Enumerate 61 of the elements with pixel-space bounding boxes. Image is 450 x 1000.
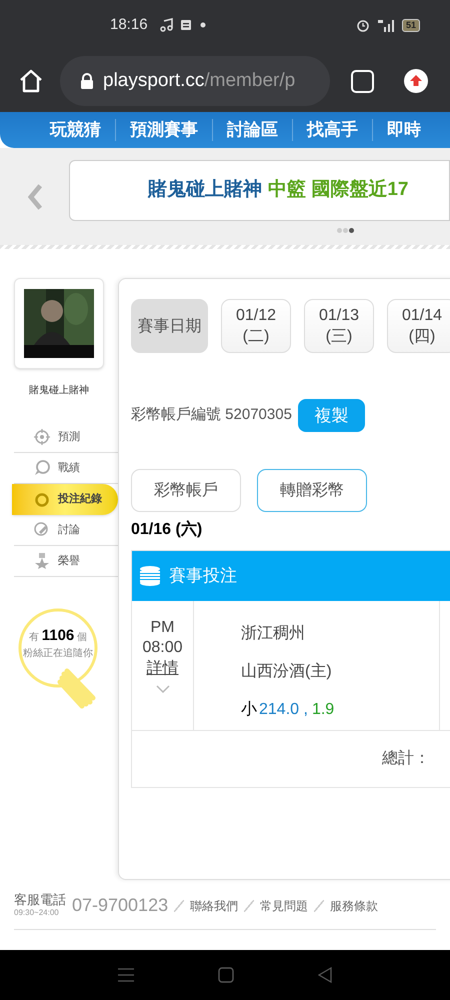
notification-icon xyxy=(180,19,192,31)
menu-icon[interactable] xyxy=(118,968,134,982)
tab-switcher-icon[interactable] xyxy=(351,70,374,92)
account-number: 彩幣帳戶編號 52070305 xyxy=(131,405,292,426)
banner-subtitle: 中籃 國際盤近17 xyxy=(268,178,408,202)
phone-number: 07-9700123 xyxy=(72,894,168,917)
back-icon[interactable] xyxy=(318,967,332,983)
footer-link[interactable]: 服務條款 xyxy=(330,896,378,914)
fan-count-caption: 粉絲正在追隨你 xyxy=(22,647,94,661)
date-tab[interactable]: 賽事日期 xyxy=(131,299,208,353)
upload-icon[interactable] xyxy=(404,69,428,93)
date-tab[interactable]: 01/12 (二) xyxy=(221,299,291,353)
table-title: 賽事投注 xyxy=(169,565,237,588)
nav-link[interactable]: 預測賽事 xyxy=(130,117,198,143)
day-heading: 01/16 (六) xyxy=(131,519,204,540)
home-icon[interactable] xyxy=(18,68,44,94)
account-tab[interactable]: 轉贈彩幣 xyxy=(257,469,367,512)
service-hours: 09:30~24:00 xyxy=(14,906,60,918)
signal-icon xyxy=(376,18,396,32)
nav-link[interactable]: 找高手 xyxy=(307,117,358,143)
banner-title: 賭鬼碰上賭神 xyxy=(148,178,262,202)
bet-line: 214.0 , xyxy=(259,700,308,720)
address-bar[interactable]: playsport.cc/member/p xyxy=(60,56,330,106)
sidebar-item[interactable]: 討論 xyxy=(14,515,118,546)
footer-link[interactable]: 常見問題 xyxy=(260,896,308,914)
team-name: 山西汾酒(主) xyxy=(241,662,333,682)
bet-type: 小 xyxy=(241,700,257,720)
bet-time: 08:00 xyxy=(142,638,183,658)
pen-icon xyxy=(34,522,50,538)
home-square-icon[interactable] xyxy=(218,967,234,983)
battery-indicator: 51 xyxy=(402,18,420,32)
status-time: 18:16 xyxy=(110,14,148,35)
time-period: PM xyxy=(150,618,174,638)
details-link[interactable]: 詳情 xyxy=(146,659,178,679)
banner-card[interactable]: 賭鬼碰上賭神 中籃 國際盤近17 xyxy=(69,160,450,221)
phone-label: 客服電話 xyxy=(14,892,66,906)
lock-icon xyxy=(80,73,94,89)
bet-odds: 1.9 xyxy=(312,700,334,720)
alarm-icon xyxy=(356,18,370,32)
music-icon xyxy=(160,18,174,32)
chat-icon xyxy=(34,460,50,476)
total-label: 總計： xyxy=(382,748,430,769)
dot-icon xyxy=(200,22,206,28)
coin-stack-icon xyxy=(139,565,161,587)
nav-link[interactable]: 即時 xyxy=(387,117,421,143)
footer-link[interactable]: 聯絡我們 xyxy=(190,896,238,914)
profile-name: 賭鬼碰上賭神 xyxy=(29,384,89,398)
account-tab[interactable]: 彩幣帳戶 xyxy=(131,469,241,512)
team-name: 浙江稠州 xyxy=(241,624,306,644)
sidebar-item[interactable]: 榮譽 xyxy=(14,546,118,577)
star-medal-icon xyxy=(34,553,50,569)
ring-icon xyxy=(34,492,50,508)
chevron-down-icon[interactable] xyxy=(156,685,170,693)
sidebar-item[interactable]: 投注紀錄 xyxy=(12,484,118,515)
nav-link[interactable]: 討論區 xyxy=(227,117,278,143)
date-tab[interactable]: 01/13 (三) xyxy=(304,299,374,353)
target-icon xyxy=(34,429,50,445)
date-tab[interactable]: 01/14 (四) xyxy=(387,299,450,353)
fan-count-text: 有 1106 個 xyxy=(28,628,88,646)
sidebar-item[interactable]: 預測 xyxy=(14,422,118,453)
nav-link[interactable]: 玩競猜 xyxy=(50,117,101,143)
